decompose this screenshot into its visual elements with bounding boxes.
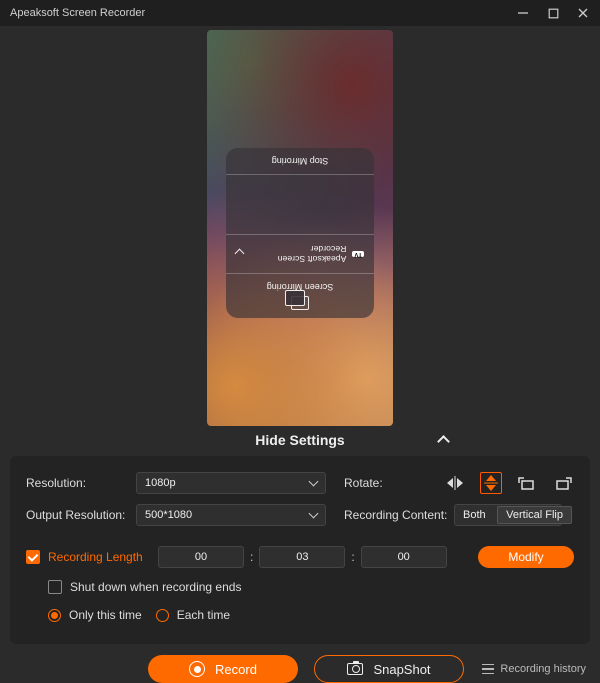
resolution-row: Resolution: 1080p Rotate: [26, 470, 574, 496]
each-time-radio[interactable] [156, 609, 169, 622]
output-resolution-row: Output Resolution: 500*1080 Recording Co… [26, 502, 574, 528]
chevron-down-icon [309, 509, 319, 519]
shutdown-row: Shut down when recording ends [26, 576, 574, 598]
chevron-down-icon [235, 249, 245, 259]
recording-length-checkbox[interactable] [26, 550, 40, 564]
resolution-select[interactable]: 1080p [136, 472, 326, 494]
snapshot-label: SnapShot [373, 662, 430, 677]
output-resolution-value: 500*1080 [145, 509, 192, 521]
recording-history-link[interactable]: Recording history [482, 663, 586, 675]
window-title: Apeaksoft Screen Recorder [10, 7, 516, 19]
length-hours-value: 00 [195, 551, 207, 563]
recording-length-label: Recording Length [48, 550, 158, 564]
maximize-button[interactable] [546, 6, 560, 20]
hide-settings-label: Hide Settings [255, 432, 344, 448]
mirroring-empty-row [226, 175, 374, 235]
rotate-tooltip-label: Vertical Flip [506, 509, 563, 521]
record-label: Record [215, 662, 257, 677]
flip-horizontal-button[interactable] [444, 472, 466, 494]
modify-label: Modify [508, 550, 543, 564]
mirroring-panel: Screen Mirroring TV Apeaksoft Screen Rec… [226, 148, 374, 318]
rotate-left-button[interactable] [516, 472, 538, 494]
flip-vertical-button[interactable] [480, 472, 502, 494]
camera-icon [347, 663, 363, 675]
length-hours-input[interactable]: 00 [158, 546, 244, 568]
only-this-time-label: Only this time [69, 608, 142, 622]
each-time-label: Each time [177, 608, 230, 622]
minimize-button[interactable] [516, 6, 530, 20]
rotate-label: Rotate: [344, 476, 394, 490]
hide-settings-toggle[interactable]: Hide Settings [0, 426, 600, 456]
record-icon [189, 661, 205, 677]
main-area: Screen Mirroring TV Apeaksoft Screen Rec… [0, 26, 600, 645]
modify-button[interactable]: Modify [478, 546, 574, 568]
list-icon [482, 664, 494, 674]
preview-container: Screen Mirroring TV Apeaksoft Screen Rec… [0, 26, 600, 426]
shutdown-label: Shut down when recording ends [70, 580, 241, 594]
footer-bar: Record SnapShot Recording history [0, 652, 600, 683]
device-name: Apeaksoft Screen Recorder [249, 244, 346, 264]
stop-mirroring-label: Stop Mirroring [272, 156, 329, 166]
length-minutes-input[interactable]: 03 [259, 546, 345, 568]
recording-history-label: Recording history [500, 663, 586, 675]
rotate-right-button[interactable] [552, 472, 574, 494]
settings-panel: Resolution: 1080p Rotate: [10, 456, 590, 644]
title-bar: Apeaksoft Screen Recorder [0, 0, 600, 26]
chevron-down-icon [309, 477, 319, 487]
mirroring-device-row[interactable]: TV Apeaksoft Screen Recorder [226, 235, 374, 274]
length-seconds-value: 00 [398, 551, 410, 563]
close-button[interactable] [576, 6, 590, 20]
recording-content-label: Recording Content: [344, 508, 454, 522]
length-minutes-value: 03 [296, 551, 308, 563]
phone-preview: Screen Mirroring TV Apeaksoft Screen Rec… [207, 30, 393, 426]
output-resolution-select[interactable]: 500*1080 [136, 504, 326, 526]
stop-mirroring-button[interactable]: Stop Mirroring [226, 148, 374, 175]
recording-content-value: Both [463, 509, 486, 521]
length-seconds-input[interactable]: 00 [361, 546, 447, 568]
record-button[interactable]: Record [148, 655, 298, 683]
rotate-tooltip: Vertical Flip [497, 506, 572, 524]
screen-mirror-icon [291, 296, 309, 310]
snapshot-button[interactable]: SnapShot [314, 655, 464, 683]
window-controls [516, 6, 590, 20]
resolution-value: 1080p [145, 477, 176, 489]
only-this-time-radio[interactable] [48, 609, 61, 622]
resolution-label: Resolution: [26, 476, 136, 490]
device-tag: TV [352, 251, 364, 257]
recording-length-row: Recording Length 00 : 03 : 00 Modify [26, 544, 574, 570]
shutdown-checkbox[interactable] [48, 580, 62, 594]
frequency-row: Only this time Each time [26, 604, 574, 626]
mirroring-header: Screen Mirroring [226, 274, 374, 318]
output-resolution-label: Output Resolution: [26, 508, 136, 522]
chevron-up-icon [439, 433, 448, 449]
